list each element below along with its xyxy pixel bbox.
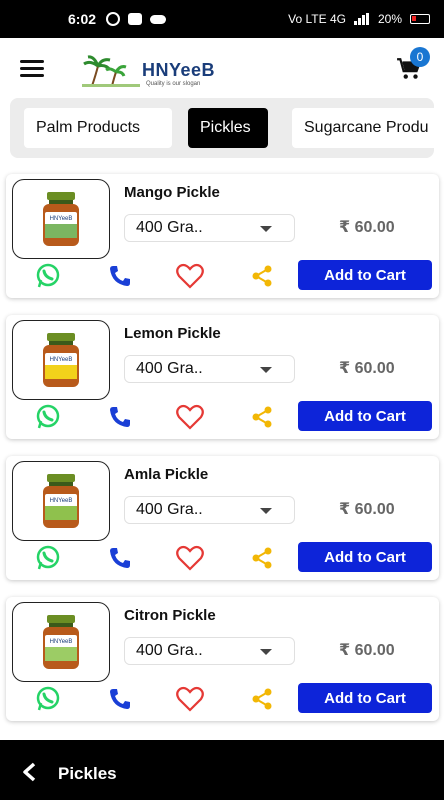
- product-image[interactable]: HNYeeB: [12, 320, 110, 400]
- notification-icons: [106, 12, 167, 26]
- phone-icon[interactable]: [106, 262, 134, 290]
- product-card[interactable]: HNYeeB Lemon Pickle 400 Gra.. ₹ 60.00 Ad…: [6, 315, 439, 439]
- cart-count-badge: 0: [410, 47, 430, 67]
- brand-logo: HNYeeB Quality is our slogan: [82, 52, 242, 88]
- pickle-jar-icon: HNYeeB: [43, 192, 79, 246]
- dropdown-caret-icon: [260, 508, 272, 514]
- tab-sugarcane-products[interactable]: Sugarcane Produ: [292, 108, 434, 148]
- hamburger-menu-icon[interactable]: [20, 60, 44, 78]
- weight-value: 400 Gra..: [136, 219, 203, 236]
- logo-tagline: Quality is our slogan: [146, 81, 201, 87]
- product-card[interactable]: HNYeeB Mango Pickle 400 Gra.. ₹ 60.00 Ad…: [6, 174, 439, 298]
- weight-value: 400 Gra..: [136, 642, 203, 659]
- dropdown-caret-icon: [260, 226, 272, 232]
- svg-text:HNYeeB: HNYeeB: [50, 216, 73, 222]
- app-header: HNYeeB Quality is our slogan 0: [0, 38, 444, 98]
- bottom-bar: Pickles: [0, 740, 444, 800]
- product-price: ₹ 60.00: [339, 501, 395, 518]
- weight-value: 400 Gra..: [136, 360, 203, 377]
- heart-icon[interactable]: [176, 403, 204, 431]
- add-to-cart-button[interactable]: Add to Cart: [298, 542, 432, 572]
- product-image[interactable]: HNYeeB: [12, 179, 110, 259]
- svg-text:HNYeeB: HNYeeB: [50, 357, 73, 363]
- heart-icon[interactable]: [176, 544, 204, 572]
- cloud-icon: [150, 14, 167, 24]
- add-to-cart-button[interactable]: Add to Cart: [298, 401, 432, 431]
- product-card[interactable]: HNYeeB Citron Pickle 400 Gra.. ₹ 60.00 A…: [6, 597, 439, 721]
- weight-select[interactable]: 400 Gra..: [124, 637, 295, 665]
- product-name: Mango Pickle: [124, 184, 220, 201]
- svg-text:HNYeeB: HNYeeB: [50, 639, 73, 645]
- back-arrow-icon[interactable]: [20, 762, 40, 782]
- status-bar: 6:02 Vo LTE 4G 20%: [0, 0, 444, 38]
- pickle-jar-icon: HNYeeB: [43, 615, 79, 669]
- status-right: Vo LTE 4G 20%: [288, 12, 430, 26]
- weight-value: 400 Gra..: [136, 501, 203, 518]
- bottom-bar-title: Pickles: [58, 764, 117, 783]
- pickle-jar-icon: HNYeeB: [43, 333, 79, 387]
- signal-icon: [353, 13, 369, 25]
- whatsapp-notification-icon: [106, 12, 121, 26]
- tab-palm-products[interactable]: Palm Products: [24, 108, 172, 148]
- network-label: Vo LTE 4G: [288, 12, 346, 26]
- share-icon[interactable]: [248, 403, 276, 431]
- product-name: Citron Pickle: [124, 607, 216, 624]
- product-image[interactable]: HNYeeB: [12, 602, 110, 682]
- share-icon[interactable]: [248, 262, 276, 290]
- logo-text: HNYeeB: [142, 59, 216, 80]
- heart-icon[interactable]: [176, 685, 204, 713]
- weight-select[interactable]: 400 Gra..: [124, 355, 295, 383]
- svg-text:HNYeeB: HNYeeB: [50, 498, 73, 504]
- weight-select[interactable]: 400 Gra..: [124, 214, 295, 242]
- dropdown-caret-icon: [260, 367, 272, 373]
- battery-percent: 20%: [377, 12, 402, 26]
- phone-icon[interactable]: [106, 544, 134, 572]
- status-time: 6:02: [68, 11, 97, 27]
- whatsapp-icon[interactable]: [34, 403, 62, 431]
- product-price: ₹ 60.00: [339, 219, 395, 236]
- battery-icon: [410, 14, 430, 24]
- palm-tree-icon: [82, 55, 140, 87]
- weight-select[interactable]: 400 Gra..: [124, 496, 295, 524]
- phone-icon[interactable]: [106, 403, 134, 431]
- product-image[interactable]: HNYeeB: [12, 461, 110, 541]
- product-card[interactable]: HNYeeB Amla Pickle 400 Gra.. ₹ 60.00 Add…: [6, 456, 439, 580]
- whatsapp-icon[interactable]: [34, 544, 62, 572]
- pickle-jar-icon: HNYeeB: [43, 474, 79, 528]
- heart-icon[interactable]: [176, 262, 204, 290]
- share-icon[interactable]: [248, 685, 276, 713]
- whatsapp-icon[interactable]: [34, 262, 62, 290]
- add-to-cart-button[interactable]: Add to Cart: [298, 260, 432, 290]
- phone-icon[interactable]: [106, 685, 134, 713]
- dropdown-caret-icon: [260, 649, 272, 655]
- product-name: Lemon Pickle: [124, 325, 221, 342]
- product-name: Amla Pickle: [124, 466, 209, 483]
- share-icon[interactable]: [248, 544, 276, 572]
- add-to-cart-button[interactable]: Add to Cart: [298, 683, 432, 713]
- tab-pickles[interactable]: Pickles: [188, 108, 268, 148]
- product-price: ₹ 60.00: [339, 642, 395, 659]
- whatsapp-icon[interactable]: [34, 685, 62, 713]
- category-tabs: Palm Products Pickles Sugarcane Produ: [10, 98, 434, 158]
- app-notification-icon: [128, 13, 143, 25]
- product-price: ₹ 60.00: [339, 360, 395, 377]
